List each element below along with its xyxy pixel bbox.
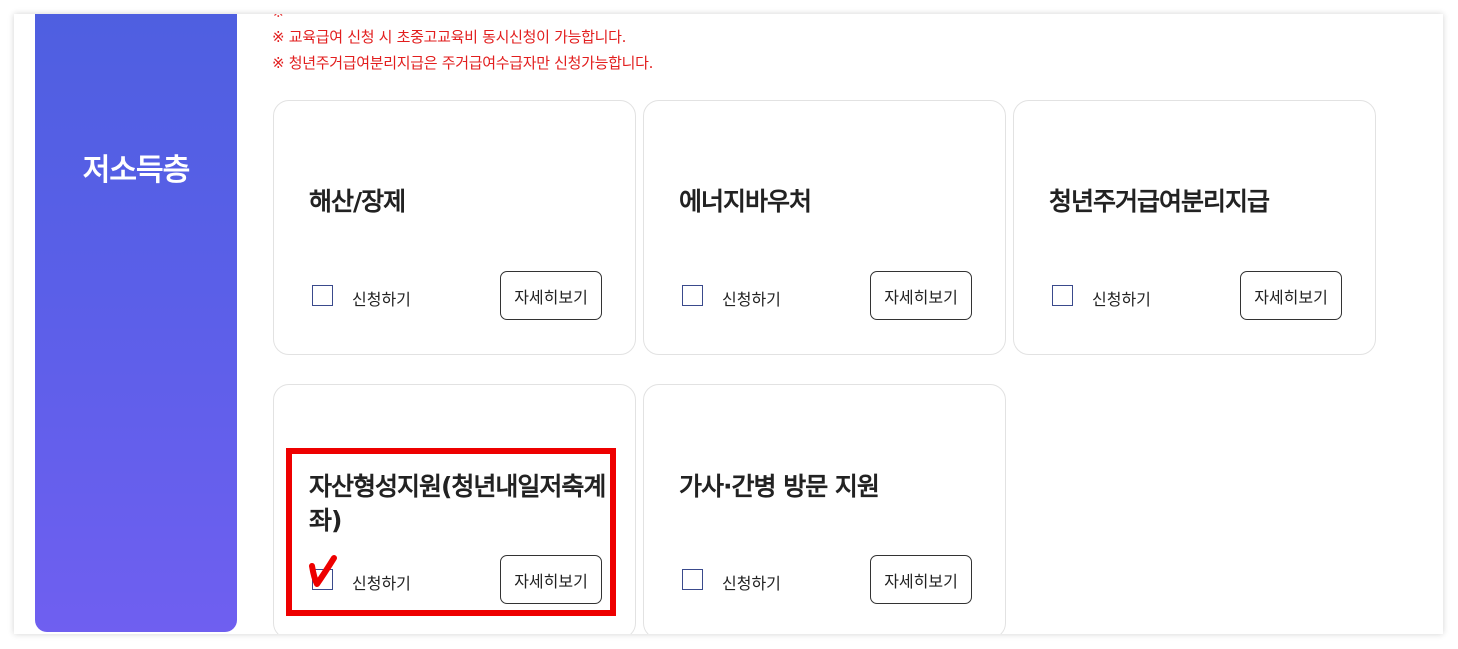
detail-button[interactable]: 자세히보기 (870, 271, 972, 320)
detail-button[interactable]: 자세히보기 (1240, 271, 1342, 320)
benefit-card: 청년주거급여분리지급 신청하기 자세히보기 (1013, 100, 1376, 355)
apply-checkbox[interactable] (1052, 285, 1073, 306)
apply-checkbox[interactable] (682, 285, 703, 306)
notice-housing: ※ 청년주거급여분리지급은 주거급여수급자만 신청가능합니다. (272, 54, 654, 72)
benefit-card: 가사·간병 방문 지원 신청하기 자세히보기 (643, 384, 1006, 634)
benefit-card: 에너지바우처 신청하기 자세히보기 (643, 100, 1006, 355)
highlight-box (286, 448, 616, 616)
check-mark-icon (309, 555, 337, 587)
benefit-card: 해산/장제 신청하기 자세히보기 (273, 100, 636, 355)
apply-checkbox[interactable] (682, 569, 703, 590)
detail-button[interactable]: 자세히보기 (500, 271, 602, 320)
detail-button[interactable]: 자세히보기 (870, 555, 972, 604)
card-title: 청년주거급여분리지급 (1049, 187, 1270, 216)
apply-label[interactable]: 신청하기 (722, 570, 781, 594)
apply-checkbox[interactable] (312, 285, 333, 306)
notice-cutoff: ※ (272, 14, 656, 22)
notice-education: ※ 교육급여 신청 시 초중고교육비 동시신청이 가능합니다. (272, 28, 627, 46)
content-frame: 저소득층 ※ ※ 교육급여 신청 시 초중고교육비 동시신청이 가능합니다. ※… (14, 14, 1443, 634)
apply-label[interactable]: 신청하기 (352, 286, 411, 310)
card-title: 가사·간병 방문 지원 (679, 472, 880, 501)
apply-label[interactable]: 신청하기 (722, 286, 781, 310)
card-title: 해산/장제 (309, 187, 406, 216)
card-title: 에너지바우처 (679, 187, 812, 216)
category-title: 저소득층 (82, 153, 190, 188)
category-sidebar: 저소득층 (35, 14, 237, 632)
apply-label[interactable]: 신청하기 (1092, 286, 1151, 310)
